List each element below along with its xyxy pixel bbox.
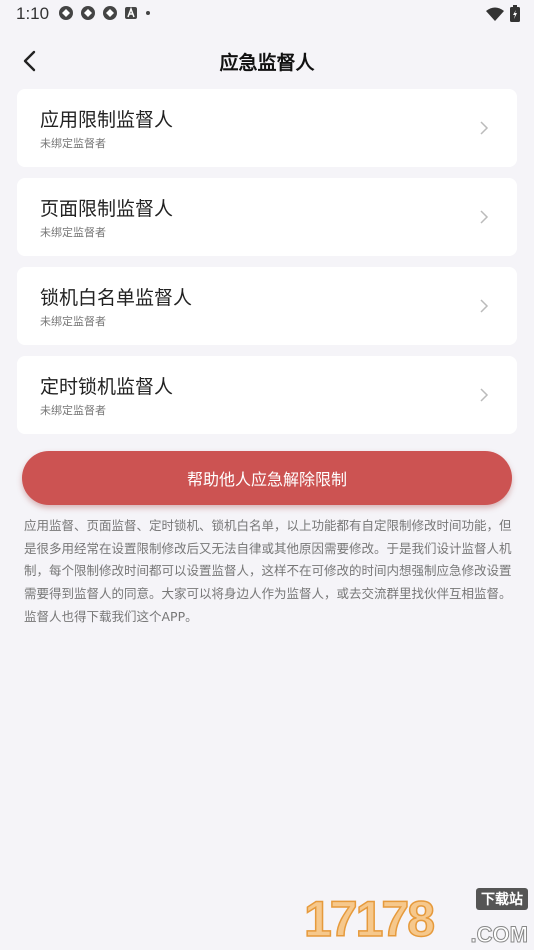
status-time: 1:10 xyxy=(16,4,50,23)
app-notification-icon xyxy=(58,5,74,21)
wifi-icon xyxy=(486,6,504,25)
card-page-restriction-supervisor[interactable]: 页面限制监督人 未绑定监督者 xyxy=(17,178,517,256)
header: 应急监督人 xyxy=(0,38,534,84)
chevron-right-icon xyxy=(480,299,489,313)
card-title: 定时锁机监督人 xyxy=(40,376,174,398)
watermark-tag: 下载站 xyxy=(476,888,528,910)
status-notification-icons xyxy=(58,5,152,21)
app-notification-icon xyxy=(102,5,118,21)
app-notification-icon xyxy=(80,5,96,21)
card-subtitle: 未绑定监督者 xyxy=(40,404,106,417)
description-text: 应用监督、页面监督、定时锁机、锁机白名单，以上功能都有自定限制修改时间功能，但是… xyxy=(24,518,512,624)
card-subtitle: 未绑定监督者 xyxy=(40,137,106,150)
dot-icon xyxy=(144,9,152,17)
card-title: 锁机白名单监督人 xyxy=(40,287,193,309)
status-system-icons xyxy=(486,5,520,26)
emergency-unlock-button[interactable]: 帮助他人应急解除限制 xyxy=(22,451,512,505)
card-title: 应用限制监督人 xyxy=(40,109,174,131)
card-subtitle: 未绑定监督者 xyxy=(40,226,106,239)
battery-icon xyxy=(510,5,520,26)
chevron-right-icon xyxy=(480,121,489,135)
chevron-right-icon xyxy=(480,388,489,402)
card-timed-lock-supervisor[interactable]: 定时锁机监督人 未绑定监督者 xyxy=(17,356,517,434)
watermark-number: 17178 xyxy=(303,890,436,948)
chevron-right-icon xyxy=(480,210,489,224)
card-lock-whitelist-supervisor[interactable]: 锁机白名单监督人 未绑定监督者 xyxy=(17,267,517,345)
card-app-restriction-supervisor[interactable]: 应用限制监督人 未绑定监督者 xyxy=(17,89,517,167)
status-bar: 1:10 xyxy=(0,0,534,28)
a-box-icon xyxy=(124,6,138,20)
card-subtitle: 未绑定监督者 xyxy=(40,315,106,328)
card-title: 页面限制监督人 xyxy=(40,198,174,220)
watermark-domain: .COM xyxy=(470,922,528,948)
page-title: 应急监督人 xyxy=(219,52,315,74)
watermark-logo: 17178 下载站 .COM xyxy=(303,888,530,948)
